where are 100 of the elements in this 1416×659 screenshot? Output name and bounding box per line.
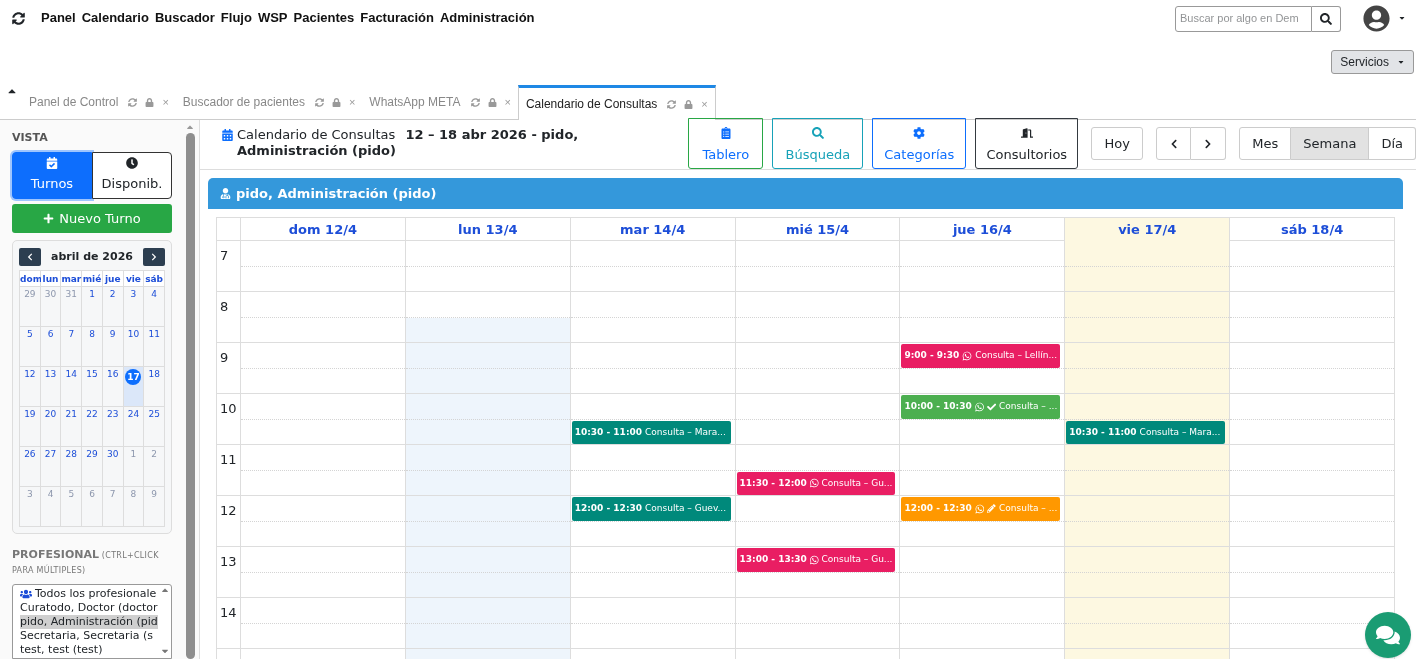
user-menu-button[interactable] bbox=[1363, 4, 1406, 32]
day-header: vie 17/4 bbox=[1064, 218, 1230, 241]
appointment[interactable]: 11:30 - 12:00 Consulta – Gu... bbox=[736, 471, 896, 495]
tab[interactable]: WhatsApp META × bbox=[362, 85, 518, 119]
weekday-label: vie bbox=[123, 271, 145, 288]
logo-icon[interactable] bbox=[12, 11, 25, 25]
hour-label: 9 bbox=[220, 350, 229, 365]
day-cell[interactable]: 12 bbox=[20, 367, 41, 408]
next-month-button[interactable] bbox=[143, 248, 165, 267]
view-tab[interactable]: Día bbox=[1369, 127, 1416, 160]
chat-button[interactable] bbox=[1365, 612, 1411, 658]
next-button[interactable] bbox=[1191, 127, 1227, 160]
refresh-icon[interactable] bbox=[314, 97, 324, 107]
day-cell[interactable]: 21 bbox=[61, 407, 83, 448]
day-cell[interactable]: 6 bbox=[40, 327, 62, 368]
day-cell[interactable]: 24 bbox=[123, 407, 145, 448]
weekday-label: jue bbox=[102, 271, 124, 288]
day-cell[interactable]: 25 bbox=[144, 407, 165, 448]
appointment[interactable]: 12:00 - 12:30 Consulta – Guev... bbox=[571, 497, 731, 521]
day-cell[interactable]: 26 bbox=[20, 447, 41, 488]
hour-label: 7 bbox=[220, 248, 229, 263]
nav-link[interactable]: WSP bbox=[257, 8, 288, 28]
previous-button[interactable] bbox=[1156, 127, 1192, 160]
appointment[interactable]: 10:30 - 11:00 Consulta – Mara... bbox=[571, 420, 731, 444]
weekday-label: mar bbox=[61, 271, 83, 288]
nav-link[interactable]: Calendario bbox=[81, 8, 149, 28]
day-header: lun 13/4 bbox=[404, 218, 570, 241]
tab[interactable]: Calendario de Consultas × bbox=[517, 85, 716, 120]
whatsapp-icon bbox=[962, 350, 973, 361]
day-cell[interactable]: 5 bbox=[20, 327, 41, 368]
professional-option[interactable]: pido, Administración (pid bbox=[20, 615, 158, 630]
day-cell[interactable]: 1 bbox=[82, 287, 103, 328]
day-cell[interactable]: 29 bbox=[82, 447, 103, 488]
hour-label: 13 bbox=[220, 554, 237, 569]
day-cell[interactable]: 4 bbox=[144, 287, 165, 328]
nav-link[interactable]: Facturación bbox=[360, 8, 434, 28]
services-button[interactable]: Servicios bbox=[1331, 50, 1414, 74]
view-toggle[interactable]: Disponib. bbox=[92, 151, 172, 200]
nav-link[interactable]: Panel bbox=[41, 8, 76, 28]
day-cell[interactable]: 23 bbox=[102, 407, 124, 448]
professional-option[interactable]: Secretaria, Secretaria (s bbox=[20, 629, 153, 644]
tool-button[interactable]: Consultorios bbox=[975, 118, 1079, 169]
prev-month-button[interactable] bbox=[19, 248, 41, 267]
professional-option[interactable]: Todos los profesionale bbox=[20, 587, 157, 602]
day-cell[interactable]: 9 bbox=[102, 327, 124, 368]
hour-label: 11 bbox=[220, 452, 237, 467]
tool-button[interactable]: Tablero bbox=[688, 118, 764, 169]
tab-label: Calendario de Consultas bbox=[525, 96, 658, 113]
refresh-icon[interactable] bbox=[470, 97, 480, 107]
nav-link[interactable]: Flujo bbox=[220, 8, 252, 28]
day-cell[interactable]: 30 bbox=[102, 447, 124, 488]
whatsapp-icon bbox=[974, 503, 985, 514]
professional-list[interactable]: Todos los profesionale Curatodo, Doctor (doctor pido, Administración (pid Secretaria, Secretaria (s test, test (test) bbox=[12, 584, 172, 659]
professional-option[interactable]: Curatodo, Doctor (doctor bbox=[20, 601, 158, 616]
day-cell[interactable]: 15 bbox=[82, 367, 103, 408]
search-button[interactable] bbox=[1312, 5, 1341, 32]
door-icon bbox=[1020, 126, 1033, 139]
lock-icon[interactable] bbox=[331, 97, 341, 107]
day-cell[interactable]: 18 bbox=[144, 367, 165, 408]
day-cell[interactable]: 3 bbox=[123, 287, 145, 328]
lock-icon[interactable] bbox=[487, 97, 497, 107]
tab[interactable]: Panel de Control × bbox=[22, 85, 176, 119]
professional-option[interactable]: test, test (test) bbox=[20, 643, 103, 658]
view-toggle[interactable]: Turnos bbox=[12, 151, 92, 200]
day-cell[interactable]: 16 bbox=[102, 367, 124, 408]
appointment[interactable]: 9:00 - 9:30 Consulta – Lellín... bbox=[901, 344, 1061, 368]
day-cell[interactable]: 17 bbox=[123, 367, 145, 408]
day-cell[interactable]: 28 bbox=[61, 447, 83, 488]
day-cell[interactable]: 13 bbox=[40, 367, 62, 408]
day-cell[interactable]: 11 bbox=[144, 327, 165, 368]
whatsapp-icon bbox=[809, 478, 819, 489]
refresh-icon[interactable] bbox=[667, 99, 677, 109]
nav-link[interactable]: Buscador bbox=[154, 8, 215, 28]
day-cell[interactable]: 2 bbox=[102, 287, 124, 328]
tab-label: Panel de Control bbox=[29, 94, 119, 111]
day-header: mié 15/4 bbox=[734, 218, 900, 241]
whatsapp-icon bbox=[974, 401, 984, 412]
search-icon bbox=[811, 126, 824, 139]
day-cell[interactable]: 14 bbox=[61, 367, 83, 408]
lock-icon[interactable] bbox=[145, 97, 155, 107]
banner-title: pido, Administración (pido) bbox=[236, 184, 437, 203]
refresh-icon[interactable] bbox=[128, 97, 138, 107]
view-tab[interactable]: Mes bbox=[1239, 127, 1292, 160]
day-cell[interactable]: 20 bbox=[40, 407, 62, 448]
nav-link[interactable]: Administración bbox=[439, 8, 535, 28]
tab[interactable]: Buscador de pacientes × bbox=[175, 85, 363, 119]
nav-link[interactable]: Pacientes bbox=[293, 8, 355, 28]
day-cell[interactable]: 8 bbox=[82, 327, 103, 368]
day-cell[interactable]: 27 bbox=[40, 447, 62, 488]
day-cell[interactable]: 22 bbox=[82, 407, 103, 448]
day-cell[interactable]: 7 bbox=[61, 327, 83, 368]
appointment[interactable]: 13:00 - 13:30 Consulta – Gu... bbox=[736, 548, 896, 572]
pencil-icon bbox=[987, 504, 997, 514]
tool-button[interactable]: Categorías bbox=[872, 118, 967, 169]
lock-icon[interactable] bbox=[684, 99, 694, 109]
search-field[interactable]: Buscar por algo en Dem bbox=[1175, 5, 1312, 32]
view-tab[interactable]: Semana bbox=[1291, 127, 1370, 160]
day-cell[interactable]: 19 bbox=[20, 407, 41, 448]
today-button[interactable]: Hoy bbox=[1091, 127, 1144, 160]
appointment[interactable]: 10:30 - 11:00 Consulta – Mara... bbox=[1066, 420, 1226, 444]
